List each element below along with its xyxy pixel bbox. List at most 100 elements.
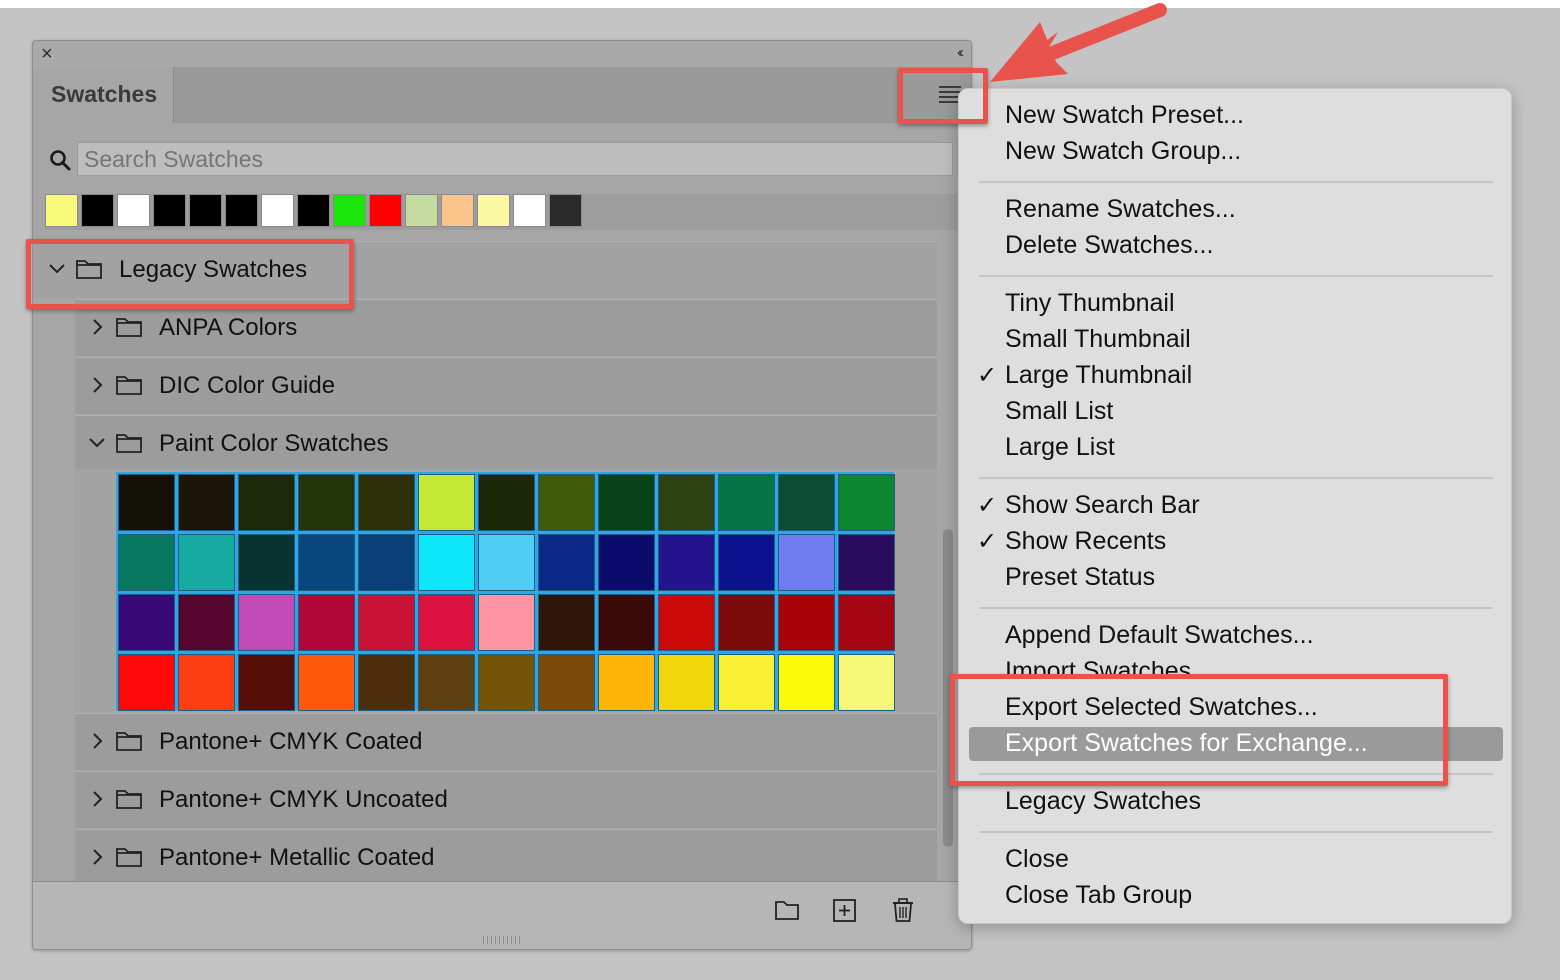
group-paint-color-swatches[interactable]: Paint Color Swatches bbox=[75, 415, 937, 472]
menu-legacy-swatches[interactable]: Legacy Swatches bbox=[1005, 787, 1201, 816]
menu-preset-status[interactable]: Preset Status bbox=[1005, 563, 1155, 592]
chevron-right-icon[interactable] bbox=[87, 788, 107, 810]
swatch-chip[interactable] bbox=[238, 534, 295, 591]
swatch-chip[interactable] bbox=[298, 654, 355, 711]
recent-swatch[interactable] bbox=[477, 194, 510, 227]
swatch-chip[interactable] bbox=[118, 654, 175, 711]
close-panel-icon[interactable]: × bbox=[41, 43, 53, 65]
swatch-chip[interactable] bbox=[118, 534, 175, 591]
swatch-chip[interactable] bbox=[418, 534, 475, 591]
swatch-chip[interactable] bbox=[358, 474, 415, 531]
swatch-chip[interactable] bbox=[238, 654, 295, 711]
chevron-right-icon[interactable] bbox=[87, 846, 107, 868]
swatch-chip[interactable] bbox=[298, 474, 355, 531]
menu-new-swatch-preset[interactable]: New Swatch Preset... bbox=[1005, 101, 1244, 130]
group-pantone-metallic-coated[interactable]: Pantone+ Metallic Coated bbox=[75, 829, 937, 886]
swatch-chip[interactable] bbox=[538, 594, 595, 651]
new-swatch-icon[interactable] bbox=[831, 896, 859, 924]
collapse-panel-icon[interactable]: ‹‹ bbox=[957, 44, 964, 61]
recent-swatch[interactable] bbox=[549, 194, 582, 227]
swatch-chip[interactable] bbox=[658, 594, 715, 651]
menu-append-default-swatches[interactable]: Append Default Swatches... bbox=[1005, 621, 1314, 650]
swatch-chip[interactable] bbox=[478, 654, 535, 711]
menu-rename-swatches[interactable]: Rename Swatches... bbox=[1005, 195, 1236, 224]
swatch-chip[interactable] bbox=[478, 474, 535, 531]
swatch-chip[interactable] bbox=[718, 654, 775, 711]
recent-swatch[interactable] bbox=[45, 194, 78, 227]
chevron-right-icon[interactable] bbox=[87, 730, 107, 752]
swatch-chip[interactable] bbox=[118, 594, 175, 651]
recent-swatch[interactable] bbox=[297, 194, 330, 227]
swatch-chip[interactable] bbox=[418, 474, 475, 531]
recent-swatch[interactable] bbox=[333, 194, 366, 227]
menu-import-swatches[interactable]: Import Swatches... bbox=[1005, 657, 1212, 675]
swatch-chip[interactable] bbox=[718, 594, 775, 651]
recent-swatch[interactable] bbox=[405, 194, 438, 227]
swatch-chip[interactable] bbox=[418, 654, 475, 711]
swatch-chip[interactable] bbox=[538, 534, 595, 591]
swatch-chip[interactable] bbox=[838, 654, 895, 711]
group-pantone-cmyk-uncoated[interactable]: Pantone+ CMYK Uncoated bbox=[75, 771, 937, 828]
swatch-chip[interactable] bbox=[598, 474, 655, 531]
swatch-chip[interactable] bbox=[778, 594, 835, 651]
menu-delete-swatches[interactable]: Delete Swatches... bbox=[1005, 231, 1213, 260]
swatch-chip[interactable] bbox=[538, 654, 595, 711]
menu-small-thumbnail[interactable]: Small Thumbnail bbox=[1005, 325, 1191, 354]
menu-close[interactable]: Close bbox=[1005, 845, 1069, 874]
recent-swatch[interactable] bbox=[369, 194, 402, 227]
trash-icon[interactable] bbox=[889, 896, 917, 924]
swatch-chip[interactable] bbox=[838, 594, 895, 651]
menu-show-search-bar[interactable]: Show Search Bar bbox=[1005, 491, 1200, 520]
swatch-chip[interactable] bbox=[718, 474, 775, 531]
swatch-chip[interactable] bbox=[238, 594, 295, 651]
recent-swatch[interactable] bbox=[513, 194, 546, 227]
search-input[interactable] bbox=[77, 142, 953, 176]
new-group-icon[interactable] bbox=[773, 896, 801, 924]
tab-swatches[interactable]: Swatches bbox=[33, 67, 174, 123]
swatch-chip[interactable] bbox=[178, 534, 235, 591]
swatch-chip[interactable] bbox=[358, 534, 415, 591]
swatch-chip[interactable] bbox=[598, 534, 655, 591]
recent-swatch[interactable] bbox=[153, 194, 186, 227]
chevron-right-icon[interactable] bbox=[87, 374, 107, 396]
swatch-chip[interactable] bbox=[718, 534, 775, 591]
menu-new-swatch-group[interactable]: New Swatch Group... bbox=[1005, 137, 1241, 166]
recent-swatch[interactable] bbox=[81, 194, 114, 227]
swatch-chip[interactable] bbox=[178, 594, 235, 651]
swatch-chip[interactable] bbox=[598, 654, 655, 711]
swatch-chip[interactable] bbox=[658, 474, 715, 531]
swatch-chip[interactable] bbox=[358, 654, 415, 711]
menu-close-tab-group[interactable]: Close Tab Group bbox=[1005, 881, 1192, 910]
chevron-down-icon[interactable] bbox=[87, 432, 107, 454]
swatch-chip[interactable] bbox=[178, 654, 235, 711]
swatch-chip[interactable] bbox=[538, 474, 595, 531]
group-dic-color-guide[interactable]: DIC Color Guide bbox=[75, 357, 937, 414]
swatch-chip[interactable] bbox=[598, 594, 655, 651]
recent-swatch[interactable] bbox=[261, 194, 294, 227]
swatch-chip[interactable] bbox=[478, 594, 535, 651]
swatch-chip[interactable] bbox=[838, 534, 895, 591]
recent-swatch[interactable] bbox=[441, 194, 474, 227]
swatch-chip[interactable] bbox=[778, 534, 835, 591]
swatch-chip[interactable] bbox=[658, 534, 715, 591]
recent-swatch[interactable] bbox=[117, 194, 150, 227]
swatch-chip[interactable] bbox=[358, 594, 415, 651]
swatch-chip[interactable] bbox=[778, 474, 835, 531]
resize-grip[interactable] bbox=[483, 936, 521, 944]
menu-large-thumbnail[interactable]: Large Thumbnail bbox=[1005, 361, 1192, 390]
chevron-right-icon[interactable] bbox=[87, 316, 107, 338]
swatch-chip[interactable] bbox=[778, 654, 835, 711]
swatch-chip[interactable] bbox=[178, 474, 235, 531]
swatch-chip[interactable] bbox=[658, 654, 715, 711]
swatch-chip[interactable] bbox=[118, 474, 175, 531]
swatch-chip[interactable] bbox=[838, 474, 895, 531]
swatch-chip[interactable] bbox=[298, 594, 355, 651]
swatch-chip[interactable] bbox=[418, 594, 475, 651]
recent-swatch[interactable] bbox=[189, 194, 222, 227]
swatch-chip[interactable] bbox=[478, 534, 535, 591]
group-pantone-cmyk-coated[interactable]: Pantone+ CMYK Coated bbox=[75, 713, 937, 770]
menu-small-list[interactable]: Small List bbox=[1005, 397, 1113, 426]
menu-large-list[interactable]: Large List bbox=[1005, 433, 1115, 462]
menu-tiny-thumbnail[interactable]: Tiny Thumbnail bbox=[1005, 289, 1175, 318]
swatch-chip[interactable] bbox=[298, 534, 355, 591]
